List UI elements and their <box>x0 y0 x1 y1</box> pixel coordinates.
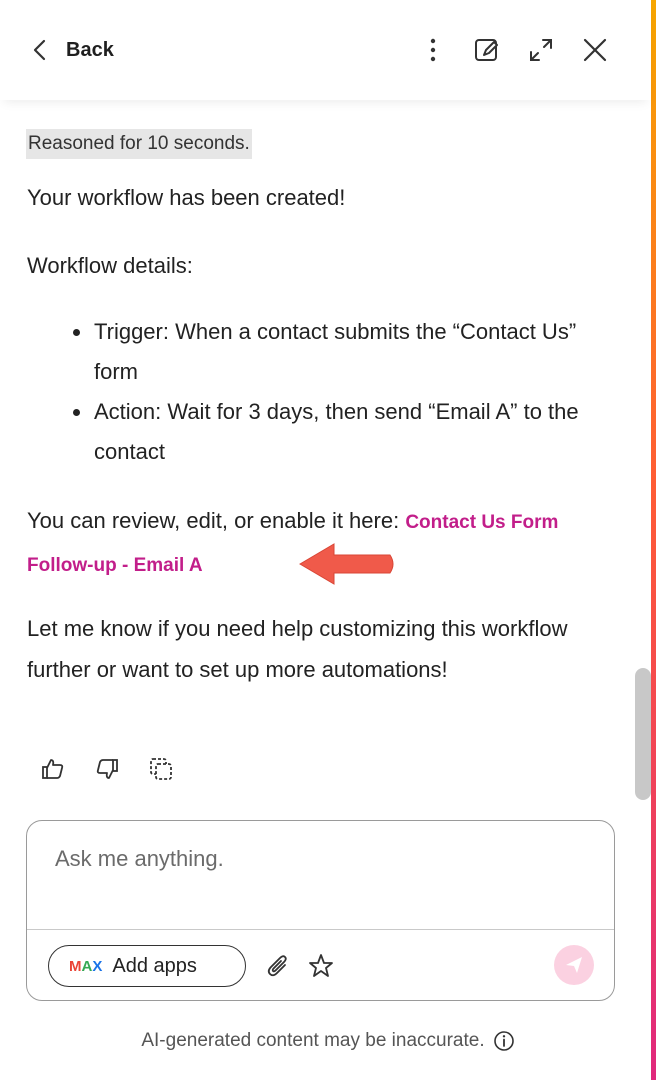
info-icon[interactable] <box>493 1030 515 1052</box>
expand-button[interactable] <box>525 34 557 66</box>
details-list: Trigger: When a contact submits the “Con… <box>60 312 580 472</box>
send-icon <box>566 957 582 973</box>
disclaimer: AI-generated content may be inaccurate. <box>0 1030 656 1052</box>
list-item-action: Action: Wait for 3 days, then send “Emai… <box>60 392 580 472</box>
edit-button[interactable] <box>471 34 503 66</box>
copy-icon <box>150 758 172 780</box>
composer-divider <box>27 929 614 930</box>
thumbs-down-icon <box>96 759 118 779</box>
arrow-annotation-icon <box>299 543 394 585</box>
list-item-trigger: Trigger: When a contact submits the “Con… <box>60 312 580 392</box>
chevron-left-icon <box>33 39 46 61</box>
reasoned-badge: Reasoned for 10 seconds. <box>26 129 252 159</box>
details-heading: Workflow details: <box>27 253 193 278</box>
review-text: You can review, edit, or enable it here: <box>27 508 406 533</box>
expand-icon <box>530 39 552 61</box>
disclaimer-text: AI-generated content may be inaccurate. <box>141 1030 485 1051</box>
close-icon <box>583 38 607 62</box>
thumbs-down-button[interactable] <box>92 754 122 784</box>
more-vertical-icon <box>430 38 436 62</box>
close-button[interactable] <box>579 34 611 66</box>
apps-logos-icon: M A X <box>69 957 103 975</box>
add-apps-button[interactable]: M A X Add apps <box>48 945 246 987</box>
back-button[interactable]: Back <box>30 36 114 64</box>
paperclip-icon <box>267 955 287 977</box>
back-label: Back <box>66 38 114 61</box>
chat-panel: Back Reasoned for 10 seconds. Your workf… <box>0 0 656 1080</box>
chat-input[interactable] <box>55 841 575 877</box>
scrollbar-thumb[interactable] <box>635 668 651 800</box>
attach-button[interactable] <box>263 951 293 981</box>
star-icon <box>309 954 333 977</box>
thumbs-up-button[interactable] <box>38 754 68 784</box>
message-title: Your workflow has been created! <box>27 185 346 210</box>
panel-header: Back <box>0 0 651 100</box>
copy-button[interactable] <box>146 754 176 784</box>
edit-note-icon <box>475 39 498 61</box>
closing-message: Let me know if you need help customizing… <box>27 616 568 682</box>
favorites-button[interactable] <box>306 951 336 981</box>
add-apps-label: Add apps <box>112 954 197 977</box>
thumbs-up-icon <box>42 759 64 779</box>
more-options-button[interactable] <box>417 34 449 66</box>
composer: M A X Add apps <box>26 820 615 1001</box>
send-button[interactable] <box>554 945 594 985</box>
accent-edge <box>651 0 656 1080</box>
